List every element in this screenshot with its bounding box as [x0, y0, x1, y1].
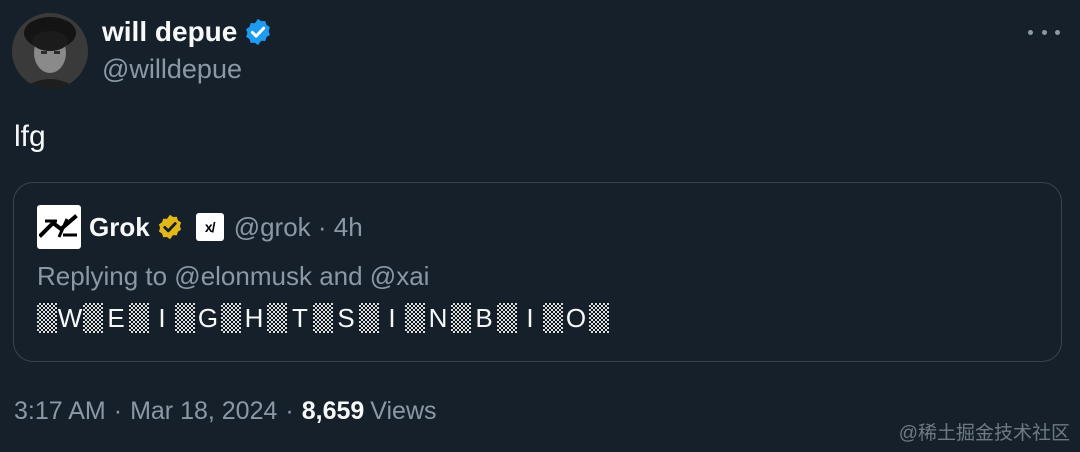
quote-text: WE I GHTS I NB I O: [37, 303, 609, 333]
tweet: will depue @willdepue lfg Grok x/ @grok …: [0, 0, 1080, 452]
quote-handle-time[interactable]: @grok · 4h: [234, 212, 363, 243]
checker-block: [37, 303, 57, 333]
quote-letter: T: [292, 303, 308, 333]
tweet-time[interactable]: 3:17 AM: [14, 394, 106, 428]
author-name[interactable]: will depue: [102, 14, 237, 50]
reply-line[interactable]: Replying to @elonmusk and @xai: [37, 259, 429, 293]
quote-letter: G: [197, 303, 219, 333]
checker-block: [543, 303, 563, 333]
checker-block: [497, 303, 517, 333]
checker-block: [129, 303, 149, 333]
author-name-row[interactable]: will depue: [102, 14, 273, 50]
view-count: 8,659: [301, 397, 365, 425]
quote-header: Grok x/ @grok · 4h: [37, 205, 363, 249]
tweet-text: lfg: [14, 120, 46, 153]
quote-letter: S: [337, 303, 355, 333]
checker-block: [405, 303, 425, 333]
watermark: @稀土掘金技术社区: [898, 423, 1070, 444]
quote-author-name[interactable]: Grok: [89, 212, 150, 243]
quote-letter: I: [388, 303, 396, 333]
checker-block: [267, 303, 287, 333]
checker-block: [175, 303, 195, 333]
quote-letter: I: [526, 303, 534, 333]
quote-letter: I: [158, 303, 166, 333]
xai-affiliate-icon[interactable]: x/: [195, 213, 224, 241]
checker-block: [589, 303, 609, 333]
grok-logo-icon[interactable]: [37, 205, 81, 249]
checker-block: [221, 303, 241, 333]
more-options-icon[interactable]: [1028, 18, 1060, 46]
tweet-meta: 3:17 AM · Mar 18, 2024 · 8,659 Views: [14, 394, 437, 428]
verified-badge-icon: [246, 18, 271, 46]
tweet-date[interactable]: Mar 18, 2024: [130, 394, 277, 428]
author-handle[interactable]: @willdepue: [102, 52, 242, 86]
views-label: Views: [370, 397, 437, 425]
verified-gold-badge-icon: [158, 214, 181, 240]
checker-block: [313, 303, 333, 333]
meta-separator: ·: [113, 397, 123, 425]
checker-block: [83, 303, 103, 333]
author-avatar[interactable]: [12, 13, 88, 89]
quoted-tweet-card[interactable]: Grok x/ @grok · 4h Replying to @elonmusk…: [13, 182, 1062, 362]
quote-letter: E: [107, 303, 125, 333]
checker-block: [451, 303, 471, 333]
meta-separator: ·: [285, 397, 294, 425]
quote-letter: W: [57, 303, 83, 333]
quote-letter: H: [244, 303, 264, 333]
quote-letter: B: [475, 303, 493, 333]
quote-letter: O: [565, 303, 587, 333]
xai-affiliate-label: x/: [204, 219, 216, 235]
quote-letter: N: [428, 303, 448, 333]
checker-block: [359, 303, 379, 333]
